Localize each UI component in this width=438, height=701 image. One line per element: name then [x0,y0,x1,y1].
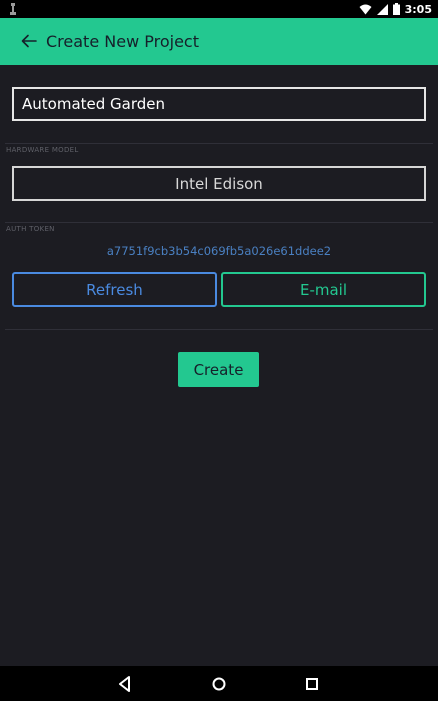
status-icons: 3:05 [359,0,432,18]
hardware-model-select[interactable]: Intel Edison [12,166,426,201]
create-button-label: Create [193,360,244,379]
home-circle-icon[interactable] [208,673,230,695]
divider [5,222,433,223]
battery-icon [392,3,400,15]
page-title: Create New Project [46,32,199,51]
wifi-icon [359,4,372,14]
project-name-input[interactable] [12,87,426,121]
refresh-button-label: Refresh [86,280,143,299]
divider [5,143,433,144]
back-triangle-icon[interactable] [114,673,136,695]
auth-token-value: a7751f9cb3b54c069fb5a026e61ddee2 [106,244,332,258]
status-bar: 3:05 [0,0,438,18]
hardware-model-label: HARDWARE MODEL [6,146,79,154]
refresh-button[interactable]: Refresh [12,272,217,307]
email-button-label: E-mail [299,280,348,299]
status-time: 3:05 [404,2,432,16]
usb-debug-icon [10,3,16,15]
create-button[interactable]: Create [178,352,259,387]
arrow-left-icon[interactable] [18,30,40,52]
app-bar: Create New Project [0,18,438,65]
divider [5,329,433,330]
navigation-bar [0,666,438,701]
signal-icon [376,3,388,15]
recents-square-icon[interactable] [301,673,323,695]
hardware-model-value: Intel Edison [175,174,263,193]
email-button[interactable]: E-mail [221,272,426,307]
auth-token-label: AUTH TOKEN [6,225,55,233]
